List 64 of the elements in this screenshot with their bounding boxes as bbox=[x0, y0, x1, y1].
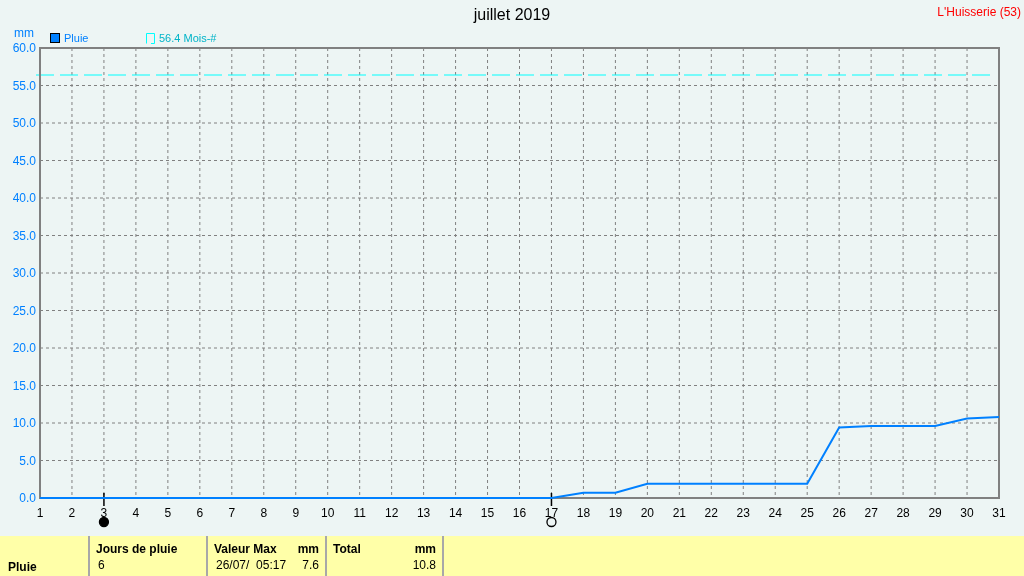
axis-label: 12 bbox=[384, 506, 399, 520]
axis-label: 2 bbox=[68, 506, 76, 520]
table-cell: 10.8 bbox=[412, 558, 436, 572]
axis-label: 5 bbox=[164, 506, 172, 520]
axis-label: 17 bbox=[544, 506, 559, 520]
axis-label: 14 bbox=[448, 506, 463, 520]
legend-icon bbox=[146, 33, 155, 44]
axis-label: 20.0 bbox=[12, 341, 36, 355]
table-cell: 26/07/ 05:17 bbox=[216, 558, 287, 572]
location-label: L'Huisserie (53) bbox=[937, 5, 1021, 19]
axis-label: 9 bbox=[292, 506, 300, 520]
new-moon-icon bbox=[98, 516, 110, 528]
axis-label: 25.0 bbox=[12, 303, 36, 318]
column-header: Jours de pluie bbox=[96, 542, 178, 558]
axis-label: 20 bbox=[640, 506, 655, 520]
axis-label: 21 bbox=[672, 506, 686, 520]
axis-label: 1 bbox=[36, 506, 44, 520]
axis-label: 10.0 bbox=[12, 416, 36, 430]
column-header: Valeur Max bbox=[214, 542, 277, 558]
axis-label: 40.0 bbox=[12, 191, 36, 205]
axis-label: 35.0 bbox=[12, 228, 36, 243]
axis-label: 25 bbox=[800, 506, 814, 520]
table-cell: 7.6 bbox=[302, 558, 319, 572]
axis-label: 10 bbox=[321, 506, 335, 520]
axis-label: 30 bbox=[960, 506, 974, 520]
table-cell: 6 bbox=[98, 558, 105, 572]
axis-label: 30.0 bbox=[12, 266, 36, 280]
axis-label: 31 bbox=[992, 506, 1006, 520]
unit-label: mm bbox=[297, 542, 319, 558]
row-label: Pluie bbox=[8, 560, 38, 574]
axis-label: 23 bbox=[736, 506, 750, 520]
tick-mark bbox=[103, 492, 105, 507]
axis-label: 5.0 bbox=[19, 453, 36, 468]
chart-title: juillet 2019 bbox=[473, 5, 551, 24]
axis-label: 8 bbox=[260, 506, 268, 520]
axis-label: 11 bbox=[353, 506, 366, 520]
axis-label: 16 bbox=[512, 506, 527, 520]
legend-label: Pluie bbox=[64, 32, 89, 44]
full-moon-icon bbox=[546, 516, 557, 528]
axis-label: 45.0 bbox=[12, 153, 36, 168]
axis-label: 19 bbox=[608, 506, 623, 520]
axis-unit: mm bbox=[14, 30, 34, 40]
axis-label: 7 bbox=[228, 506, 236, 520]
axis-label: 3 bbox=[100, 506, 108, 520]
axis-label: 0.0 bbox=[19, 491, 36, 505]
axis-label: 13 bbox=[416, 506, 431, 520]
axis-label: 60.0 bbox=[12, 41, 36, 55]
unit-label: mm bbox=[414, 542, 436, 558]
axis-label: 24 bbox=[768, 506, 782, 520]
column-header: Total bbox=[333, 542, 361, 558]
axis-label: 50.0 bbox=[12, 116, 36, 130]
legend-label: 56.4 Mois-# bbox=[159, 32, 217, 44]
axis-label: 6 bbox=[196, 506, 204, 520]
axis-label: 4 bbox=[132, 506, 140, 520]
axis-label: 55.0 bbox=[12, 78, 36, 93]
axis-label: 15.0 bbox=[12, 378, 36, 393]
axis-label: 15 bbox=[480, 506, 495, 520]
axis-label: 22 bbox=[704, 506, 718, 520]
axis-label: 26 bbox=[832, 506, 846, 520]
axis-label: 27 bbox=[864, 506, 878, 520]
tick-mark bbox=[550, 492, 553, 507]
axis-label: 29 bbox=[928, 506, 942, 520]
axis-label: 18 bbox=[576, 506, 591, 520]
axis-label: 28 bbox=[896, 506, 910, 520]
